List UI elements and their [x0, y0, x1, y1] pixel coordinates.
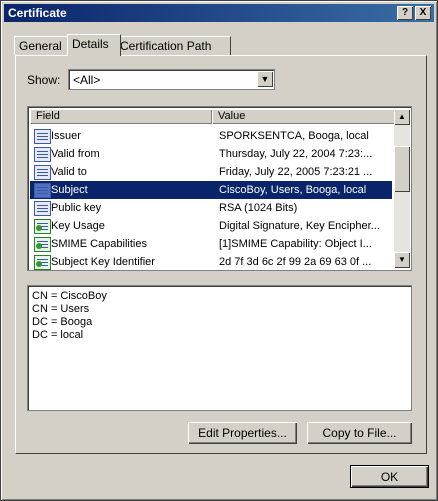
field-list[interactable]: Field Value Issuer SPORKSENTCA, Booga, l…: [27, 106, 412, 271]
list-row-valid-from[interactable]: Valid from Thursday, July 22, 2004 7:23:…: [30, 145, 392, 163]
field-value: Thursday, July 22, 2004 7:23:...: [219, 148, 373, 160]
field-name: Key Usage: [51, 220, 105, 232]
list-row-subject[interactable]: Subject CiscoBoy, Users, Booga, local: [30, 181, 392, 199]
field-value: [1]SMIME Capability: Object I...: [219, 238, 372, 250]
list-row-smime-capabilities[interactable]: SMIME Capabilities [1]SMIME Capability: …: [30, 235, 392, 253]
list-row-key-usage[interactable]: Key Usage Digital Signature, Key Enciphe…: [30, 217, 392, 235]
field-name: Public key: [51, 202, 102, 214]
window-title: Certificate: [8, 6, 67, 20]
detail-line: DC = Booga: [32, 316, 93, 328]
list-row-valid-to[interactable]: Valid to Friday, July 22, 2005 7:23:21 .…: [30, 163, 392, 181]
detail-line: CN = CiscoBoy: [32, 290, 107, 302]
certificate-field-icon: [34, 129, 51, 144]
vertical-scrollbar[interactable]: ▲ ▼: [394, 109, 410, 268]
certificate-field-icon: [34, 165, 51, 180]
field-name: Subject Key Identifier: [51, 256, 155, 268]
tab-details[interactable]: Details: [67, 34, 121, 56]
extension-icon: [34, 255, 51, 270]
field-value: CiscoBoy, Users, Booga, local: [219, 184, 367, 196]
show-dropdown-value: <All>: [73, 73, 101, 87]
edit-properties-button[interactable]: Edit Properties...: [188, 422, 297, 444]
chevron-down-icon[interactable]: ▼: [257, 71, 273, 87]
field-value: Digital Signature, Key Encipher...: [219, 220, 380, 232]
extension-icon: [34, 219, 51, 234]
copy-to-file-button[interactable]: Copy to File...: [307, 422, 412, 444]
list-row-subject-key-identifier[interactable]: Subject Key Identifier 2d 7f 3d 6c 2f 99…: [30, 253, 392, 270]
field-name: Subject: [51, 184, 88, 196]
field-value: Friday, July 22, 2005 7:23:21 ...: [219, 166, 373, 178]
column-header-value[interactable]: Value: [212, 109, 396, 124]
ok-button[interactable]: OK: [350, 465, 429, 488]
field-name: Valid from: [51, 148, 100, 160]
list-row-issuer[interactable]: Issuer SPORKSENTCA, Booga, local: [30, 127, 392, 145]
certificate-field-icon: [34, 183, 51, 198]
scroll-thumb[interactable]: [394, 146, 410, 192]
certificate-dialog: Certificate ? X General Details Certific…: [0, 0, 438, 501]
field-name: Valid to: [51, 166, 87, 178]
help-button[interactable]: ?: [397, 6, 413, 20]
tab-general[interactable]: General: [14, 36, 70, 55]
list-row-public-key[interactable]: Public key RSA (1024 Bits): [30, 199, 392, 217]
show-label: Show:: [27, 73, 61, 87]
field-value: SPORKSENTCA, Booga, local: [219, 130, 369, 142]
certificate-field-icon: [34, 201, 51, 216]
field-value: RSA (1024 Bits): [219, 202, 298, 214]
detail-line: DC = local: [32, 329, 84, 341]
show-dropdown[interactable]: <All> ▼: [68, 69, 275, 90]
title-bar[interactable]: Certificate ? X: [4, 4, 434, 22]
field-name: Issuer: [51, 130, 81, 142]
scroll-down-icon[interactable]: ▼: [394, 252, 410, 268]
scroll-up-icon[interactable]: ▲: [394, 109, 410, 125]
tab-certification-path[interactable]: Certification Path: [115, 36, 231, 55]
field-detail-box[interactable]: CN = CiscoBoy CN = Users DC = Booga DC =…: [27, 285, 412, 411]
field-value: 2d 7f 3d 6c 2f 99 2a 69 63 0f ...: [219, 256, 372, 268]
certificate-field-icon: [34, 147, 51, 162]
column-header-field[interactable]: Field: [30, 109, 212, 124]
extension-icon: [34, 237, 51, 252]
close-button[interactable]: X: [415, 6, 431, 20]
field-name: SMIME Capabilities: [51, 238, 147, 250]
detail-line: CN = Users: [32, 303, 90, 315]
